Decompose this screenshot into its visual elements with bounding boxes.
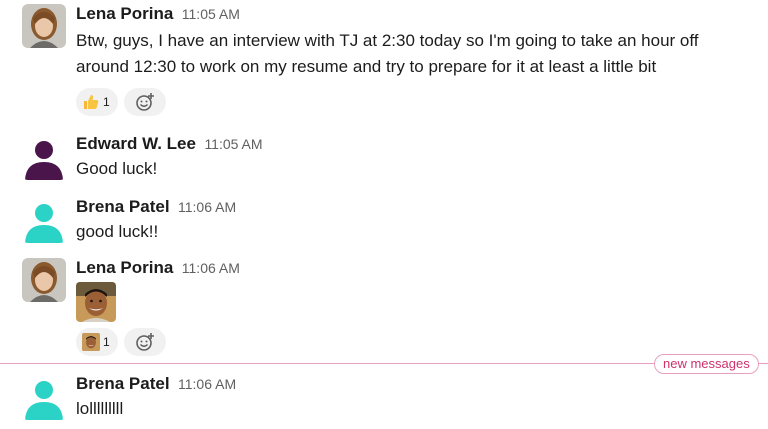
avatar-lena-porina[interactable] bbox=[22, 4, 66, 48]
message-text-line-1: Btw, guys, I have an interview with TJ a… bbox=[76, 31, 699, 50]
message-text-line-2: around 12:30 to work on my resume and tr… bbox=[76, 57, 657, 76]
new-messages-label: new messages bbox=[654, 354, 759, 374]
sender-name[interactable]: Brena Patel bbox=[76, 197, 170, 216]
face-emoji-icon bbox=[76, 282, 116, 322]
lena-photo-icon bbox=[22, 258, 66, 302]
message-edward: Edward W. Lee 11:05 AM Good luck! bbox=[0, 134, 768, 180]
avatar-brena-patel[interactable] bbox=[22, 376, 66, 420]
message-header: Lena Porina 11:05 AM bbox=[76, 4, 240, 24]
sender-name[interactable]: Lena Porina bbox=[76, 4, 173, 23]
lena-photo-icon bbox=[22, 4, 66, 48]
message-text: lolllllllll bbox=[76, 399, 124, 418]
timestamp[interactable]: 11:06 AM bbox=[182, 260, 240, 276]
add-reaction-icon bbox=[135, 93, 154, 111]
timestamp[interactable]: 11:06 AM bbox=[178, 199, 236, 215]
add-reaction-button[interactable] bbox=[123, 328, 166, 356]
timestamp[interactable]: 11:06 AM bbox=[178, 376, 236, 392]
message-lena-1: Lena Porina 11:05 AM Btw, guys, I have a… bbox=[0, 4, 768, 116]
avatar-brena-patel[interactable] bbox=[22, 199, 66, 243]
reaction-count: 1 bbox=[103, 335, 110, 349]
message-header: Brena Patel 11:06 AM bbox=[76, 197, 236, 217]
add-reaction-icon bbox=[135, 333, 154, 351]
avatar-lena-porina[interactable] bbox=[22, 258, 66, 302]
face-emoji-icon bbox=[82, 333, 100, 351]
timestamp[interactable]: 11:05 AM bbox=[204, 136, 262, 152]
avatar-edward-w-lee[interactable] bbox=[22, 136, 66, 180]
sender-name[interactable]: Brena Patel bbox=[76, 374, 170, 393]
add-reaction-button[interactable] bbox=[123, 88, 166, 116]
thumbs-up-icon bbox=[84, 95, 99, 109]
new-messages-divider bbox=[0, 363, 768, 364]
message-lena-2: Lena Porina 11:06 AM 1 bbox=[0, 258, 768, 358]
message-text: Btw, guys, I have an interview with TJ a… bbox=[76, 28, 766, 80]
person-icon bbox=[25, 141, 63, 180]
message-header: Edward W. Lee 11:05 AM bbox=[76, 134, 263, 154]
reaction-thumbs-up[interactable]: 1 bbox=[76, 88, 118, 116]
person-icon bbox=[25, 204, 63, 243]
reactions-bar: 1 bbox=[76, 328, 166, 356]
custom-emoji-image bbox=[76, 282, 116, 322]
person-icon bbox=[25, 381, 63, 420]
reactions-bar: 1 bbox=[76, 88, 166, 116]
message-header: Brena Patel 11:06 AM bbox=[76, 374, 236, 394]
message-brena-2: Brena Patel 11:06 AM lolllllllll bbox=[0, 374, 768, 422]
message-text: good luck!! bbox=[76, 222, 159, 241]
reaction-count: 1 bbox=[103, 95, 110, 109]
message-text: Good luck! bbox=[76, 159, 158, 178]
timestamp[interactable]: 11:05 AM bbox=[182, 6, 240, 22]
reaction-face-emoji[interactable]: 1 bbox=[76, 328, 118, 356]
sender-name[interactable]: Edward W. Lee bbox=[76, 134, 196, 153]
sender-name[interactable]: Lena Porina bbox=[76, 258, 173, 277]
message-brena-1: Brena Patel 11:06 AM good luck!! bbox=[0, 197, 768, 243]
message-header: Lena Porina 11:06 AM bbox=[76, 258, 240, 278]
